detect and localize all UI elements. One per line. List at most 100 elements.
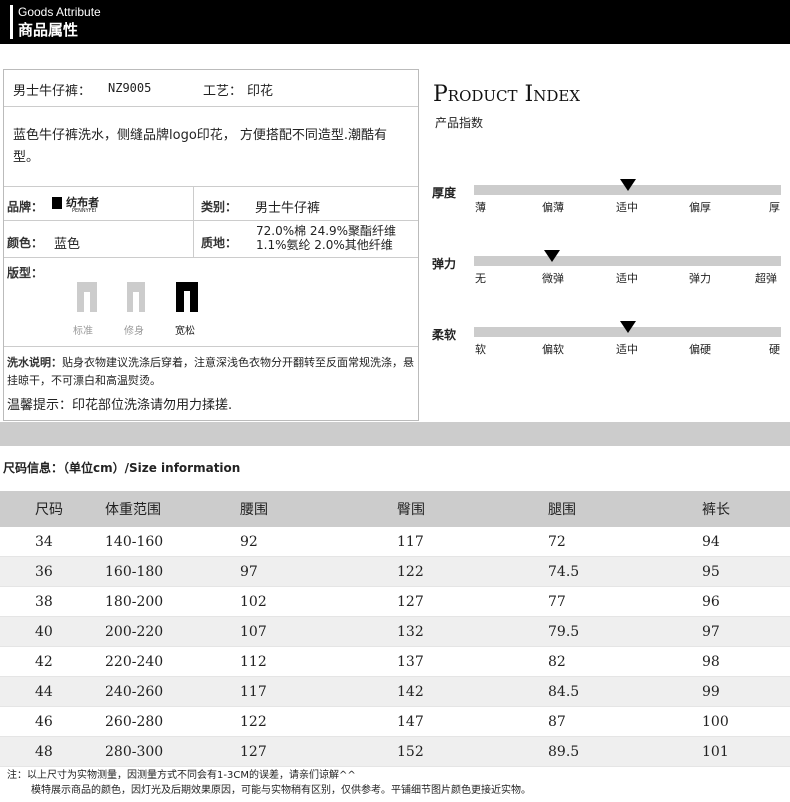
table-cell: 122 xyxy=(397,556,548,587)
table-cell: 200-220 xyxy=(100,616,240,647)
brand-logo-icon xyxy=(52,196,62,209)
table-cell: 48 xyxy=(0,736,100,767)
table-cell: 280-300 xyxy=(100,736,240,767)
table-cell: 82 xyxy=(548,646,702,677)
thickness-marker-icon xyxy=(619,179,636,191)
table-cell: 84.5 xyxy=(548,676,702,707)
table-cell: 140-160 xyxy=(100,527,240,557)
name-row: 男士牛仔裤： NZ9005 工艺： 印花 xyxy=(4,70,418,107)
table-cell: 102 xyxy=(240,586,397,617)
col-thigh: 腿围 xyxy=(548,491,702,527)
col-waist: 腰围 xyxy=(240,491,397,527)
table-cell: 89.5 xyxy=(548,736,702,767)
header-title-en: Goods Attribute xyxy=(18,5,101,19)
col-hip: 臀围 xyxy=(397,491,548,527)
table-cell: 77 xyxy=(548,586,702,617)
wash-text: 贴身衣物建议洗涤后穿着，注意深浅色衣物分开翻转至反面常规洗涤，悬挂晾干，不可漂白… xyxy=(7,356,414,387)
elasticity-opt-4: 弹力 xyxy=(689,272,711,285)
table-cell: 34 xyxy=(0,527,100,557)
table-cell: 97 xyxy=(240,556,397,587)
table-cell: 95 xyxy=(702,556,790,587)
elasticity-opt-3: 适中 xyxy=(616,272,638,285)
softness-opt-2: 偏软 xyxy=(542,343,564,356)
table-cell: 122 xyxy=(240,706,397,737)
table-cell: 94 xyxy=(702,527,790,557)
table-cell: 46 xyxy=(0,706,100,737)
attribute-panel: 男士牛仔裤： NZ9005 工艺： 印花 蓝色牛仔裤洗水，侧缝品牌logo印花，… xyxy=(3,69,419,421)
brand-logo-sub: PENNYFEI xyxy=(72,208,97,214)
table-cell: 117 xyxy=(397,527,548,557)
table-cell: 72 xyxy=(548,527,702,557)
table-cell: 152 xyxy=(397,736,548,767)
size-info-title: 尺码信息：（单位cm）/Size information xyxy=(3,461,241,475)
table-cell: 180-200 xyxy=(100,586,240,617)
col-length: 裤长 xyxy=(702,491,790,527)
thickness-opt-5: 厚 xyxy=(769,201,780,214)
elasticity-bar xyxy=(474,256,781,266)
wash-label: 洗水说明： xyxy=(7,356,62,369)
table-cell: 42 xyxy=(0,646,100,677)
table-row: 40 200-220 107 132 79.5 97 xyxy=(0,616,790,647)
table-cell: 127 xyxy=(240,736,397,767)
table-cell: 112 xyxy=(240,646,397,677)
footnote-1: 注：以上尺寸为实物测量，因测量方式不同会有1-3CM的误差，请亲们谅解^^ xyxy=(7,770,356,781)
divider xyxy=(193,221,194,257)
elasticity-scale: 弹力 无 微弹 适中 弹力 超弹 xyxy=(432,250,788,296)
table-cell: 44 xyxy=(0,676,100,707)
table-cell: 79.5 xyxy=(548,616,702,647)
table-cell: 97 xyxy=(702,616,790,647)
table-cell: 74.5 xyxy=(548,556,702,587)
table-cell: 147 xyxy=(397,706,548,737)
section-header: Goods Attribute 商品属性 xyxy=(0,0,790,44)
fit-label: 版型： xyxy=(7,266,44,280)
section-divider-bar xyxy=(0,422,790,446)
thickness-label: 厚度 xyxy=(432,186,457,200)
footnote-2: 模特展示商品的颜色，因灯光及后期效果原因，可能与实物稍有区别，仅供参考。平铺细节… xyxy=(31,785,531,796)
product-index-title: Product Index xyxy=(433,82,581,107)
footnotes: 注：以上尺寸为实物测量，因测量方式不同会有1-3CM的误差，请亲们谅解^^ 模特… xyxy=(7,768,531,798)
thickness-opt-2: 偏薄 xyxy=(542,201,564,214)
fit-slim-icon xyxy=(125,282,147,312)
table-cell: 220-240 xyxy=(100,646,240,677)
col-size: 尺码 xyxy=(0,491,100,527)
fit-loose-icon xyxy=(176,282,198,312)
description-row: 蓝色牛仔裤洗水，侧缝品牌logo印花， 方便搭配不同造型.潮酷有型。 xyxy=(4,107,418,187)
header-accent-bar xyxy=(10,5,13,39)
softness-scale: 柔软 软 偏软 适中 偏硬 硬 xyxy=(432,321,788,367)
table-row: 46 260-280 122 147 87 100 xyxy=(0,706,790,737)
elasticity-marker-icon xyxy=(543,250,560,262)
size-table: 尺码 体重范围 腰围 臀围 腿围 裤长 34 140-160 92 117 72 94 36… xyxy=(0,491,790,767)
thickness-scale: 厚度 薄 偏薄 适中 偏厚 厚 xyxy=(432,179,788,225)
table-cell: 98 xyxy=(702,646,790,677)
table-row: 38 180-200 102 127 77 96 xyxy=(0,586,790,617)
elasticity-label: 弹力 xyxy=(432,257,457,271)
softness-label: 柔软 xyxy=(432,328,457,342)
table-cell: 117 xyxy=(240,676,397,707)
table-cell: 132 xyxy=(397,616,548,647)
table-cell: 160-180 xyxy=(100,556,240,587)
table-row: 48 280-300 127 152 89.5 101 xyxy=(0,736,790,767)
softness-opt-4: 偏硬 xyxy=(689,343,711,356)
softness-opt-3: 适中 xyxy=(616,343,638,356)
table-row: 42 220-240 112 137 82 98 xyxy=(0,646,790,677)
table-cell: 99 xyxy=(702,676,790,707)
table-cell: 127 xyxy=(397,586,548,617)
fit-row: 版型： 标准 修身 宽松 xyxy=(4,258,418,347)
fit-standard-icon xyxy=(76,282,98,312)
material-line-2: 1.1%氨纶 2.0%其他纤维 xyxy=(256,238,393,252)
softness-marker-icon xyxy=(619,321,636,333)
table-cell: 137 xyxy=(397,646,548,677)
table-row: 44 240-260 117 142 84.5 99 xyxy=(0,676,790,707)
elasticity-opt-1: 无 xyxy=(475,272,486,285)
softness-opt-1: 软 xyxy=(475,343,486,356)
product-index-subtitle: 产品指数 xyxy=(435,116,484,130)
table-cell: 36 xyxy=(0,556,100,587)
table-cell: 107 xyxy=(240,616,397,647)
material-value: 72.0%棉 24.9%聚酯纤维 1.1%氨纶 2.0%其他纤维 xyxy=(256,224,396,260)
size-table-header: 尺码 体重范围 腰围 臀围 腿围 裤长 xyxy=(0,491,790,527)
header-title-cn: 商品属性 xyxy=(18,21,79,39)
elasticity-opt-2: 微弹 xyxy=(542,272,564,285)
softness-opt-5: 硬 xyxy=(769,343,780,356)
elasticity-opt-5: 超弹 xyxy=(755,272,777,285)
material-line-1: 72.0%棉 24.9%聚酯纤维 xyxy=(256,224,397,238)
